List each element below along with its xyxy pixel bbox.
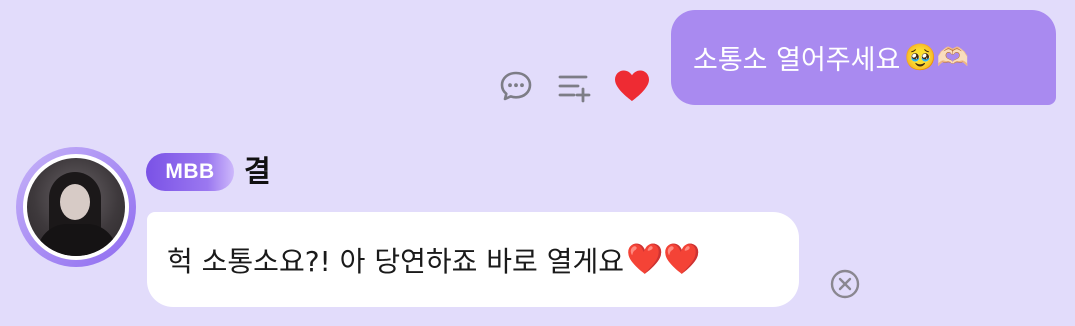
sender-name: 결 xyxy=(244,154,271,188)
incoming-message-emojis: ❤️❤️ xyxy=(626,242,701,277)
sender-avatar-ring[interactable] xyxy=(16,147,136,267)
outgoing-message-text: 소통소 열어주세요 xyxy=(693,45,901,76)
outgoing-message-bubble[interactable]: 소통소 열어주세요 🥹🫶🏻 xyxy=(671,10,1056,105)
membership-badge: MBB xyxy=(146,153,234,191)
avatar xyxy=(23,154,129,260)
outgoing-message-emojis: 🥹🫶🏻 xyxy=(904,42,970,73)
message-actions xyxy=(498,68,654,104)
add-to-list-icon[interactable] xyxy=(556,68,592,104)
close-circle-icon[interactable] xyxy=(829,268,861,300)
incoming-message-text: 헉 소통소요?! 아 당연하죠 바로 열게요 xyxy=(167,244,624,278)
chat-bubble-icon[interactable] xyxy=(498,68,534,104)
heart-icon[interactable] xyxy=(612,68,649,104)
incoming-message-bubble[interactable]: 헉 소통소요?! 아 당연하죠 바로 열게요 ❤️❤️ xyxy=(147,212,799,307)
